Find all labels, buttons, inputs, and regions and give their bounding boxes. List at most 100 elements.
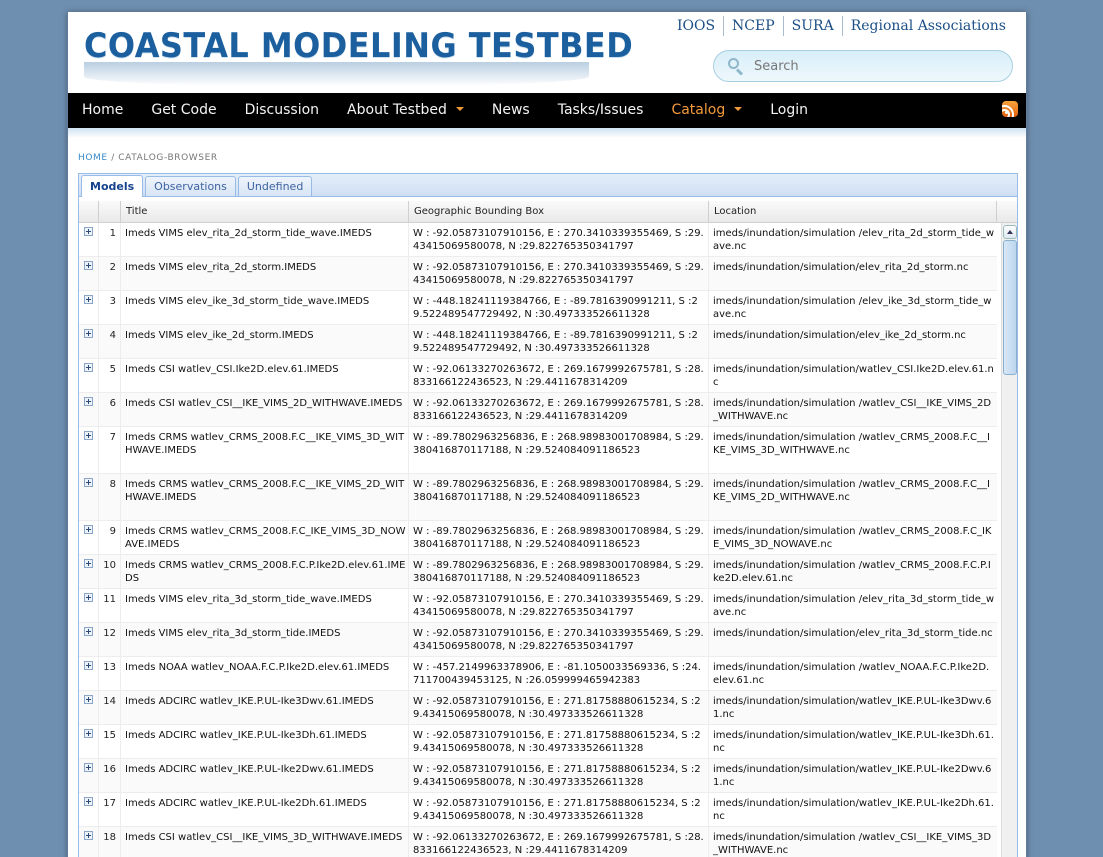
row-location: imeds/inundation/simulation/watlev_IKE.P… [713, 798, 994, 822]
breadcrumb: HOME / CATALOG-BROWSER [78, 153, 218, 163]
row-location: imeds/inundation/simulation /elev_rita_2… [713, 228, 995, 252]
nav-home-label: Home [82, 102, 124, 118]
row-title: Imeds CSI watlev_CSI__IKE_VIMS_3D_WITHWA… [121, 827, 409, 857]
table-row[interactable]: 3 Imeds VIMS elev_ike_3d_storm_tide_wave.… [79, 291, 997, 325]
row-title: Imeds ADCIRC watlev_IKE.P.UL-Ike3Dh.61.I… [121, 725, 409, 758]
nav-catalog[interactable]: Catalog [657, 93, 756, 128]
expand-plus-icon[interactable] [84, 431, 93, 440]
expand-plus-icon[interactable] [84, 329, 93, 338]
grid-header: Title Geographic Bounding Box Location [79, 201, 1017, 223]
row-title: Imeds CSI watlev_CSI__IKE_VIMS_2D_WITHWA… [121, 393, 409, 426]
nav-get-code[interactable]: Get Code [137, 93, 230, 128]
row-location: imeds/inundation/simulation/watlev_CSI.I… [713, 364, 994, 388]
table-row[interactable]: 10 Imeds CRMS watlev_CRMS_2008.F.C.P.Ike2… [79, 555, 997, 589]
row-location: imeds/inundation/simulation/watlev_IKE.P… [713, 730, 994, 754]
table-row[interactable]: 8 Imeds CRMS watlev_CRMS_2008.F.C__IKE_VI… [79, 474, 997, 521]
expand-plus-icon[interactable] [84, 797, 93, 806]
row-bounding-box: W : -92.05873107910156, E : 271.81758880… [409, 725, 709, 758]
row-number: 4 [99, 325, 121, 358]
row-bounding-box: W : -92.06133270263672, E : 269.16799926… [409, 359, 709, 392]
row-bounding-box: W : -92.05873107910156, E : 271.81758880… [409, 793, 709, 826]
rss-icon[interactable] [1002, 101, 1018, 117]
row-bounding-box: W : -92.05873107910156, E : 271.81758880… [409, 691, 709, 724]
table-row[interactable]: 14 Imeds ADCIRC watlev_IKE.P.UL-Ike3Dwv.6… [79, 691, 997, 725]
expand-plus-icon[interactable] [84, 559, 93, 568]
scroll-up-button[interactable] [1003, 225, 1017, 239]
top-link-ioos[interactable]: IOOS [669, 16, 723, 36]
expand-plus-icon[interactable] [84, 295, 93, 304]
expand-plus-icon[interactable] [84, 661, 93, 670]
row-title: Imeds CRMS watlev_CRMS_2008.F.C__IKE_VIM… [121, 427, 409, 473]
expand-plus-icon[interactable] [84, 261, 93, 270]
header-location[interactable]: Location [709, 201, 997, 223]
vertical-scrollbar[interactable] [1001, 223, 1017, 857]
breadcrumb-separator: / [111, 153, 115, 163]
tab-models[interactable]: Models [81, 175, 144, 197]
table-row[interactable]: 16 Imeds ADCIRC watlev_IKE.P.UL-Ike2Dwv.6… [79, 759, 997, 793]
row-location: imeds/inundation/simulation /watlev_NOAA… [713, 662, 990, 686]
expand-plus-icon[interactable] [84, 763, 93, 772]
row-location: imeds/inundation/simulation /watlev_CRMS… [713, 560, 991, 584]
row-title: Imeds NOAA watlev_NOAA.F.C.P.Ike2D.elev.… [121, 657, 409, 690]
site-logo[interactable]: COASTAL MODELING TESTBED [84, 26, 633, 66]
table-row[interactable]: 6 Imeds CSI watlev_CSI__IKE_VIMS_2D_WITHW… [79, 393, 997, 427]
top-link-sura[interactable]: SURA [782, 16, 842, 36]
table-row[interactable]: 18 Imeds CSI watlev_CSI__IKE_VIMS_3D_WITH… [79, 827, 997, 857]
row-expander-cell [79, 291, 99, 324]
table-row[interactable]: 9 Imeds CRMS watlev_CRMS_2008.F.C_IKE_VIM… [79, 521, 997, 555]
expand-plus-icon[interactable] [84, 695, 93, 704]
search-input[interactable] [754, 58, 994, 74]
header-bounding-box[interactable]: Geographic Bounding Box [409, 201, 709, 223]
expand-plus-icon[interactable] [84, 525, 93, 534]
table-row[interactable]: 17 Imeds ADCIRC watlev_IKE.P.UL-Ike2Dh.61… [79, 793, 997, 827]
nav-about-testbed[interactable]: About Testbed [333, 93, 478, 128]
search-icon [726, 57, 754, 76]
tab-undefined[interactable]: Undefined [237, 176, 313, 196]
top-link-regional-associations[interactable]: Regional Associations [841, 16, 1014, 36]
expand-plus-icon[interactable] [84, 627, 93, 636]
table-row[interactable]: 12 Imeds VIMS elev_rita_3d_storm_tide.IME… [79, 623, 997, 657]
search-box[interactable] [713, 50, 1013, 82]
expand-plus-icon[interactable] [84, 729, 93, 738]
table-row[interactable]: 7 Imeds CRMS watlev_CRMS_2008.F.C__IKE_VI… [79, 427, 997, 474]
row-expander-cell [79, 359, 99, 392]
table-row[interactable]: 13 Imeds NOAA watlev_NOAA.F.C.P.Ike2D.ele… [79, 657, 997, 691]
table-row[interactable]: 11 Imeds VIMS elev_rita_3d_storm_tide_wav… [79, 589, 997, 623]
row-expander-cell [79, 521, 99, 554]
nav-tasks-issues[interactable]: Tasks/Issues [544, 93, 658, 128]
header-title[interactable]: Title [121, 201, 409, 223]
row-location: imeds/inundation/simulation/watlev_IKE.P… [713, 764, 992, 788]
row-title: Imeds VIMS elev_rita_3d_storm_tide_wave.… [121, 589, 409, 622]
row-title: Imeds ADCIRC watlev_IKE.P.UL-Ike2Dh.61.I… [121, 793, 409, 826]
expand-plus-icon[interactable] [84, 593, 93, 602]
row-title: Imeds VIMS elev_rita_2d_storm.IMEDS [121, 257, 409, 290]
nav-get-code-label: Get Code [151, 102, 217, 118]
nav-discussion[interactable]: Discussion [231, 93, 333, 128]
expand-plus-icon[interactable] [84, 227, 93, 236]
expand-plus-icon[interactable] [84, 831, 93, 840]
table-row[interactable]: 1 Imeds VIMS elev_rita_2d_storm_tide_wave… [79, 223, 997, 257]
table-row[interactable]: 2 Imeds VIMS elev_rita_2d_storm.IMEDS W : … [79, 257, 997, 291]
row-location: imeds/inundation/simulation /watlev_CRMS… [713, 526, 992, 550]
catalog-panel: Models Observations Undefined Title Geog… [78, 173, 1018, 857]
row-number: 5 [99, 359, 121, 392]
row-expander-cell [79, 257, 99, 290]
grid-body: 1 Imeds VIMS elev_rita_2d_storm_tide_wave… [79, 223, 997, 857]
nav-home[interactable]: Home [68, 93, 137, 128]
breadcrumb-home[interactable]: HOME [78, 153, 108, 163]
expand-plus-icon[interactable] [84, 397, 93, 406]
row-expander-cell [79, 474, 99, 520]
nav-catalog-label: Catalog [671, 102, 726, 118]
nav-tasks-issues-label: Tasks/Issues [557, 102, 644, 118]
scroll-thumb[interactable] [1003, 240, 1017, 375]
expand-plus-icon[interactable] [84, 363, 93, 372]
expand-plus-icon[interactable] [84, 478, 93, 487]
top-link-ncep[interactable]: NCEP [723, 16, 783, 36]
nav-login[interactable]: Login [756, 93, 822, 128]
table-row[interactable]: 15 Imeds ADCIRC watlev_IKE.P.UL-Ike3Dh.61… [79, 725, 997, 759]
table-row[interactable]: 5 Imeds CSI watlev_CSI.Ike2D.elev.61.IMED… [79, 359, 997, 393]
row-expander-cell [79, 759, 99, 792]
table-row[interactable]: 4 Imeds VIMS elev_ike_2d_storm.IMEDS W : -… [79, 325, 997, 359]
tab-observations[interactable]: Observations [145, 176, 236, 196]
nav-news[interactable]: News [478, 93, 544, 128]
